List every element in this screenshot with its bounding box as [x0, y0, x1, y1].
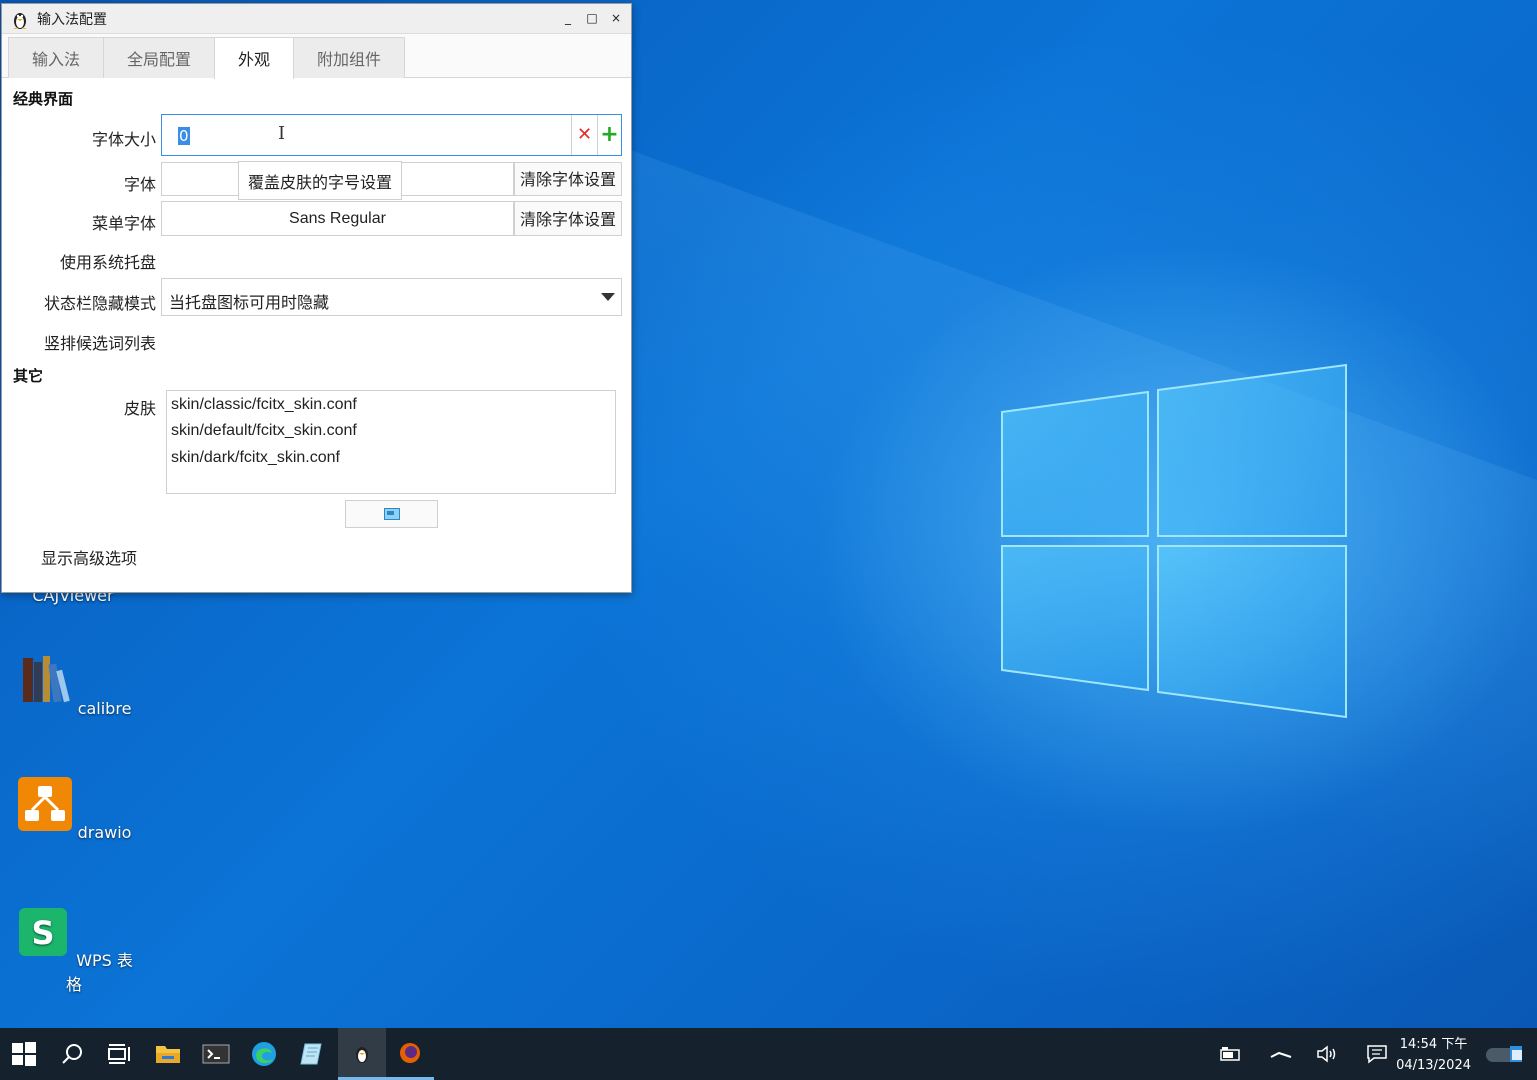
show-desktop-button[interactable]: [1478, 1028, 1530, 1080]
minimize-button[interactable]: _: [561, 10, 575, 26]
notes-app-button[interactable]: [288, 1028, 336, 1080]
desktop-icon-label: calibre: [77, 699, 132, 718]
font-size-spinbox: 0 I ✕ +: [161, 114, 622, 156]
maximize-button[interactable]: □: [585, 10, 599, 26]
title-bar[interactable]: 输入法配置 _ □ ×: [2, 4, 631, 34]
font-size-input[interactable]: 0: [178, 127, 190, 145]
tab-global-config[interactable]: 全局配置: [103, 37, 216, 78]
window-title: 输入法配置: [37, 11, 107, 28]
edge-icon: [252, 1042, 276, 1066]
desktop-icon-calibre[interactable]: calibre: [14, 652, 134, 718]
task-view-icon: [108, 1044, 130, 1064]
message-icon: [1367, 1045, 1387, 1064]
search-button[interactable]: [48, 1028, 96, 1080]
decrease-button[interactable]: ✕: [571, 115, 597, 155]
list-item[interactable]: skin/dark/fcitx_skin.conf: [171, 449, 340, 467]
increase-button[interactable]: +: [597, 115, 621, 155]
desktop-icon-label: drawio: [77, 823, 132, 842]
folder-icon: [156, 1046, 180, 1063]
taskbar: 14:54 下午 04/13/2024: [0, 1028, 1537, 1080]
clock-date: 04/13/2024: [1396, 1058, 1471, 1073]
action-center-icon: [1486, 1046, 1522, 1062]
clock-time: 14:54 下午: [1399, 1037, 1468, 1052]
font-size-label: 字体大小: [91, 130, 156, 149]
network-icon: [1270, 1051, 1292, 1058]
windows-start-icon: [12, 1042, 36, 1066]
firefox-icon: [400, 1042, 420, 1063]
task-view-button[interactable]: [96, 1028, 144, 1080]
fcitx-taskbar-button[interactable]: [338, 1028, 386, 1080]
clear-menu-font-button[interactable]: 清除字体设置: [514, 201, 622, 236]
configure-skin-button[interactable]: [345, 500, 438, 528]
show-advanced-checkbox[interactable]: 显示高级选项: [41, 545, 137, 569]
wps-sheets-icon: S: [19, 908, 68, 956]
battery-icon: [1220, 1047, 1240, 1061]
font-label: 字体: [123, 175, 156, 194]
penguin-icon: [13, 12, 27, 29]
text-cursor-icon: I: [278, 123, 286, 144]
tab-input-method[interactable]: 输入法: [8, 37, 105, 78]
settings-icon: [383, 508, 400, 520]
vertical-candidate-label: 竖排候选词列表: [43, 334, 156, 353]
skin-list: skin/classic/fcitx_skin.conf skin/defaul…: [166, 390, 616, 494]
desktop-icon-wps[interactable]: S WPS 表格: [14, 904, 134, 995]
desktop-icon-drawio[interactable]: drawio: [14, 776, 134, 842]
tab-addons[interactable]: 附加组件: [293, 37, 406, 78]
tab-bar: 输入法 全局配置 外观 附加组件: [2, 34, 631, 79]
tray-notifications-icon[interactable]: [1362, 1028, 1392, 1080]
fcitx-config-window: 输入法配置 _ □ × 输入法 全局配置 外观 附加组件 经典界面 字体大小 0…: [1, 3, 632, 593]
drawio-icon: [17, 777, 72, 831]
statusbar-hide-label: 状态栏隐藏模式: [43, 294, 156, 313]
section-other: 其它: [13, 367, 44, 385]
penguin-icon: [356, 1046, 368, 1063]
section-classic-ui: 经典界面: [13, 90, 74, 108]
tooltip: 覆盖皮肤的字号设置: [238, 161, 402, 200]
svg-text:S: S: [32, 914, 55, 952]
menu-font-label: 菜单字体: [91, 214, 156, 233]
tray-device-icon[interactable]: [1216, 1028, 1246, 1080]
tab-appearance[interactable]: 外观: [214, 37, 295, 79]
list-item[interactable]: skin/default/fcitx_skin.conf: [171, 422, 357, 440]
statusbar-hide-value: 当托盘图标可用时隐藏: [169, 293, 330, 312]
file-explorer-button[interactable]: [144, 1028, 192, 1080]
desktop-icon-label: WPS 表格: [65, 951, 133, 994]
clear-font-button[interactable]: 清除字体设置: [514, 162, 622, 196]
firefox-button[interactable]: [386, 1028, 434, 1080]
statusbar-hide-select[interactable]: 当托盘图标可用时隐藏: [161, 278, 622, 316]
taskbar-clock[interactable]: 14:54 下午 04/13/2024: [1396, 1034, 1471, 1076]
skin-label: 皮肤: [123, 399, 156, 418]
tray-volume-icon[interactable]: [1313, 1028, 1343, 1080]
tray-network-icon[interactable]: [1266, 1028, 1296, 1080]
system-tray-label: 使用系统托盘: [59, 253, 156, 272]
edge-browser-button[interactable]: [240, 1028, 288, 1080]
close-button[interactable]: ×: [609, 10, 623, 26]
calibre-icon: [22, 656, 70, 703]
volume-icon: [1317, 1045, 1336, 1063]
start-button[interactable]: [0, 1028, 48, 1080]
menu-font-picker-button[interactable]: Sans Regular: [161, 201, 514, 236]
list-item[interactable]: skin/classic/fcitx_skin.conf: [171, 396, 357, 414]
terminal-button[interactable]: [192, 1028, 240, 1080]
notes-icon: [300, 1043, 322, 1065]
windows-logo-wallpaper: [1001, 363, 1347, 719]
search-icon: [62, 1044, 82, 1064]
terminal-icon: [202, 1044, 230, 1064]
chevron-down-icon: [601, 293, 615, 301]
